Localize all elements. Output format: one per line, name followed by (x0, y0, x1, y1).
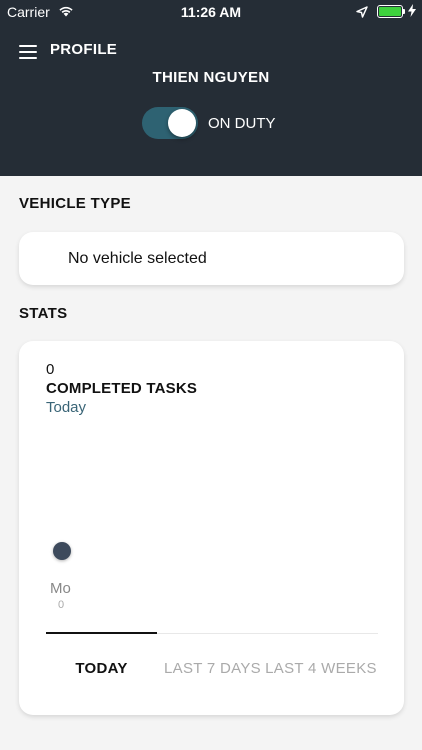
status-bar: Carrier 11:26 AM (0, 0, 422, 24)
tab-last-4-weeks[interactable]: LAST 4 WEEKS (265, 659, 377, 678)
active-tab-indicator (46, 632, 157, 634)
completed-tasks-label: COMPLETED TASKS (46, 380, 198, 397)
stats-heading: STATS (19, 305, 68, 322)
user-name: THIEN NGUYEN (152, 69, 270, 86)
header: Carrier 11:26 AM PROFILE THIEN NGUYEN ON… (0, 0, 422, 176)
charging-bolt-icon (408, 4, 416, 20)
location-arrow-icon (356, 5, 368, 21)
vehicle-selected-text: No vehicle selected (68, 250, 207, 267)
toggle-knob (168, 109, 196, 137)
chart-day-label: Mo (50, 580, 71, 597)
duty-status-label: ON DUTY (208, 115, 276, 132)
stats-period-label: Today (46, 399, 87, 416)
stats-card: 0 COMPLETED TASKS Today Mo 0 TODAY LAST … (19, 341, 404, 715)
completed-tasks-count: 0 (46, 361, 55, 378)
tab-today[interactable]: TODAY (46, 659, 157, 678)
chart-point (53, 542, 71, 560)
battery-tip (403, 9, 405, 14)
tab-last-7-days[interactable]: LAST 7 DAYS (157, 659, 268, 678)
hamburger-menu-icon[interactable] (19, 45, 37, 59)
page-title: PROFILE (50, 41, 118, 58)
vehicle-select-card[interactable]: No vehicle selected (19, 232, 404, 285)
vehicle-type-heading: VEHICLE TYPE (19, 195, 131, 212)
chart-point-value: 0 (58, 599, 65, 611)
battery-icon (377, 5, 403, 18)
battery-level (379, 7, 401, 16)
on-duty-toggle[interactable] (142, 107, 198, 139)
